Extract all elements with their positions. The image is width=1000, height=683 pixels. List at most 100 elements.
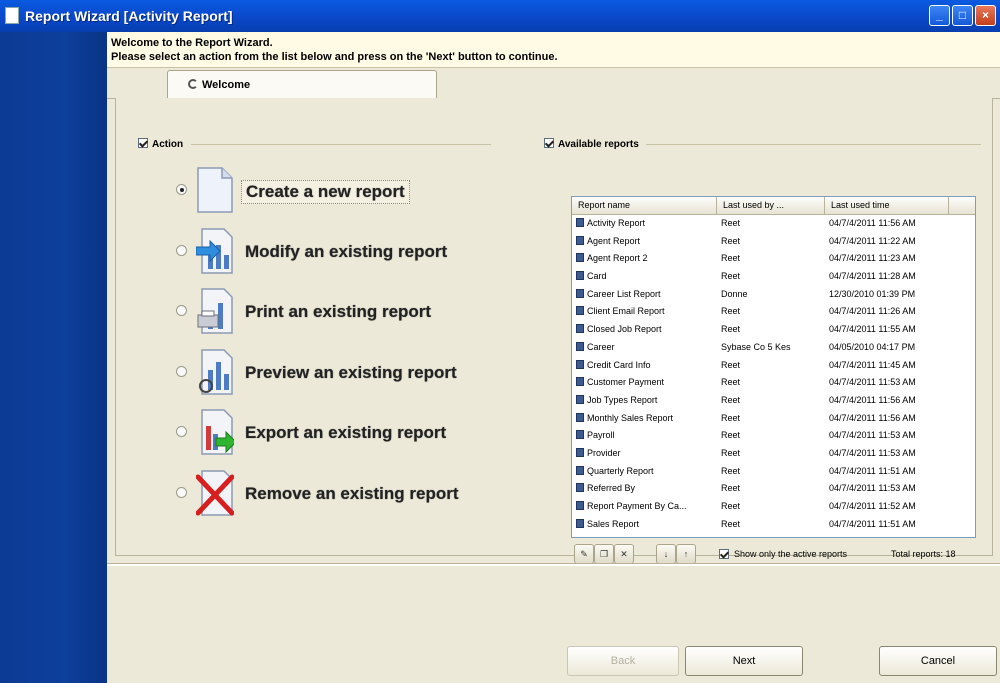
window-title: Report Wizard [Activity Report] <box>25 8 233 24</box>
table-row[interactable]: Customer Payment Reet 04/7/4/2011 11:53 AM <box>572 374 975 392</box>
table-row[interactable]: Activity Report Reet 04/7/4/2011 11:56 AM <box>572 215 975 233</box>
table-cell: Reet <box>721 483 741 494</box>
table-row[interactable]: Report Payment By Ca... Reet 04/7/4/2011 1… <box>572 498 975 516</box>
edit-report-button[interactable]: ✎ <box>574 544 594 564</box>
table-row[interactable]: Payroll Reet 04/7/4/2011 11:53 AM <box>572 427 975 445</box>
tab-welcome[interactable]: Welcome <box>167 70 437 98</box>
report-icon <box>576 465 584 475</box>
export-list-button[interactable]: ↑ <box>676 544 696 564</box>
table-cell: Reet <box>721 359 741 370</box>
table-cell: 04/7/4/2011 11:53 AM <box>829 483 916 494</box>
report-icon <box>576 341 584 351</box>
table-cell: 04/7/4/2011 11:55 AM <box>829 324 916 335</box>
table-row[interactable]: Career Sybase Co 5 Kes 04/05/2010 04:17 PM <box>572 339 975 357</box>
table-row[interactable]: Closed Job Report Reet 04/7/4/2011 11:55 A… <box>572 321 975 339</box>
table-cell: Client Email Report <box>572 303 721 321</box>
action-label: Remove an existing report <box>245 484 459 503</box>
group-separator <box>646 144 981 145</box>
table-row[interactable]: Agent Report 2 Reet 04/7/4/2011 11:23 AM <box>572 250 975 268</box>
table-cell: Reet <box>721 465 741 476</box>
table-row[interactable]: Career List Report Donne 12/30/2010 01:39 … <box>572 286 975 304</box>
report-icon <box>576 306 584 316</box>
reports-list-body: Activity Report Reet 04/7/4/2011 11:56 AM A… <box>572 215 975 533</box>
table-cell: 04/7/4/2011 11:56 AM <box>829 412 916 423</box>
table-row[interactable]: Provider Reet 04/7/4/2011 11:53 AM <box>572 445 975 463</box>
back-button[interactable]: Back <box>567 646 679 676</box>
table-cell: Activity Report <box>572 215 721 233</box>
action-label: Create a new report <box>241 180 410 204</box>
table-cell: 04/05/2010 04:17 PM <box>829 341 916 352</box>
table-cell: Reet <box>721 218 741 228</box>
show-active-checkbox[interactable] <box>719 549 729 559</box>
table-cell: 04/7/4/2011 11:51 AM <box>829 518 916 529</box>
action-group-title: Action <box>138 138 183 150</box>
maximize-button[interactable]: □ <box>952 5 973 26</box>
modify-report-icon <box>196 228 233 274</box>
print-report-icon <box>197 288 233 334</box>
column-last-used-time[interactable]: Last used time <box>825 197 949 214</box>
table-cell: 04/7/4/2011 11:45 AM <box>829 359 916 370</box>
column-report-name[interactable]: Report name <box>572 197 717 214</box>
column-last-used-by[interactable]: Last used by ... <box>717 197 825 214</box>
action-label: Print an existing report <box>245 302 432 321</box>
radio-print[interactable] <box>176 305 187 316</box>
checkbox-icon <box>138 138 148 148</box>
delete-report-button[interactable]: ✕ <box>614 544 634 564</box>
cancel-button[interactable]: Cancel <box>879 646 997 676</box>
report-icon <box>576 483 584 493</box>
wizard-side-banner <box>0 32 107 683</box>
report-icon <box>576 359 584 369</box>
table-row[interactable]: Quarterly Report Reet 04/7/4/2011 11:51 AM <box>572 463 975 481</box>
close-button[interactable]: × <box>975 5 996 26</box>
report-icon <box>576 518 584 528</box>
table-row[interactable]: Sales Report Reet 04/7/4/2011 11:51 AM <box>572 516 975 534</box>
radio-create[interactable] <box>176 184 187 195</box>
copy-report-button[interactable]: ❐ <box>594 544 614 564</box>
table-cell: Provider <box>572 445 721 463</box>
table-cell: 04/7/4/2011 11:23 AM <box>829 253 916 264</box>
report-icon <box>576 324 584 334</box>
table-cell: 04/7/4/2011 11:53 AM <box>829 447 916 458</box>
report-icon <box>576 218 584 227</box>
preview-report-icon <box>199 349 233 395</box>
table-cell: Reet <box>721 394 741 405</box>
radio-modify[interactable] <box>176 245 187 256</box>
radio-export[interactable] <box>176 426 187 437</box>
table-cell: Customer Payment <box>572 374 721 392</box>
header-welcome-text: Welcome to the Report Wizard. <box>111 37 273 49</box>
table-cell: Donne <box>721 288 748 299</box>
reports-list[interactable]: Report name Last used by ... Last used t… <box>571 196 976 538</box>
table-cell: Payroll <box>572 427 721 445</box>
export-report-icon <box>201 409 234 455</box>
table-row[interactable]: Referred By Reet 04/7/4/2011 11:53 AM <box>572 480 975 498</box>
table-row[interactable]: Card Reet 04/7/4/2011 11:28 AM <box>572 268 975 286</box>
wizard-header: Welcome to the Report Wizard. Please sel… <box>107 32 1000 68</box>
table-cell: 04/7/4/2011 11:53 AM <box>829 377 916 388</box>
next-button[interactable]: Next <box>685 646 803 676</box>
import-report-button[interactable]: ↓ <box>656 544 676 564</box>
table-cell: Agent Report <box>572 233 721 251</box>
table-cell: Monthly Sales Report <box>572 410 721 428</box>
content-divider <box>107 563 1000 566</box>
report-icon <box>576 447 584 457</box>
radio-preview[interactable] <box>176 366 187 377</box>
table-cell: 04/7/4/2011 11:22 AM <box>829 235 916 246</box>
group-separator <box>191 144 491 145</box>
table-cell: 04/7/4/2011 11:52 AM <box>829 501 916 511</box>
table-row[interactable]: Job Types Report Reet 04/7/4/2011 11:56 AM <box>572 392 975 410</box>
table-cell: Sales Report <box>572 516 721 534</box>
table-cell: Reet <box>721 271 741 282</box>
table-row[interactable]: Client Email Report Reet 04/7/4/2011 11:26… <box>572 303 975 321</box>
radio-remove[interactable] <box>176 487 187 498</box>
minimize-button[interactable]: _ <box>929 5 950 26</box>
table-cell: 04/7/4/2011 11:26 AM <box>829 306 916 317</box>
table-cell: Report Payment By Ca... <box>572 498 721 516</box>
table-cell: Reet <box>721 253 741 264</box>
table-row[interactable]: Monthly Sales Report Reet 04/7/4/2011 11:5… <box>572 410 975 428</box>
table-cell: 04/7/4/2011 11:56 AM <box>829 218 916 228</box>
table-row[interactable]: Agent Report Reet 04/7/4/2011 11:22 AM <box>572 233 975 251</box>
table-row[interactable]: Credit Card Info Reet 04/7/4/2011 11:45 AM <box>572 357 975 375</box>
report-icon <box>576 394 584 404</box>
report-icon <box>576 235 584 245</box>
table-cell: Referred By <box>572 480 721 498</box>
